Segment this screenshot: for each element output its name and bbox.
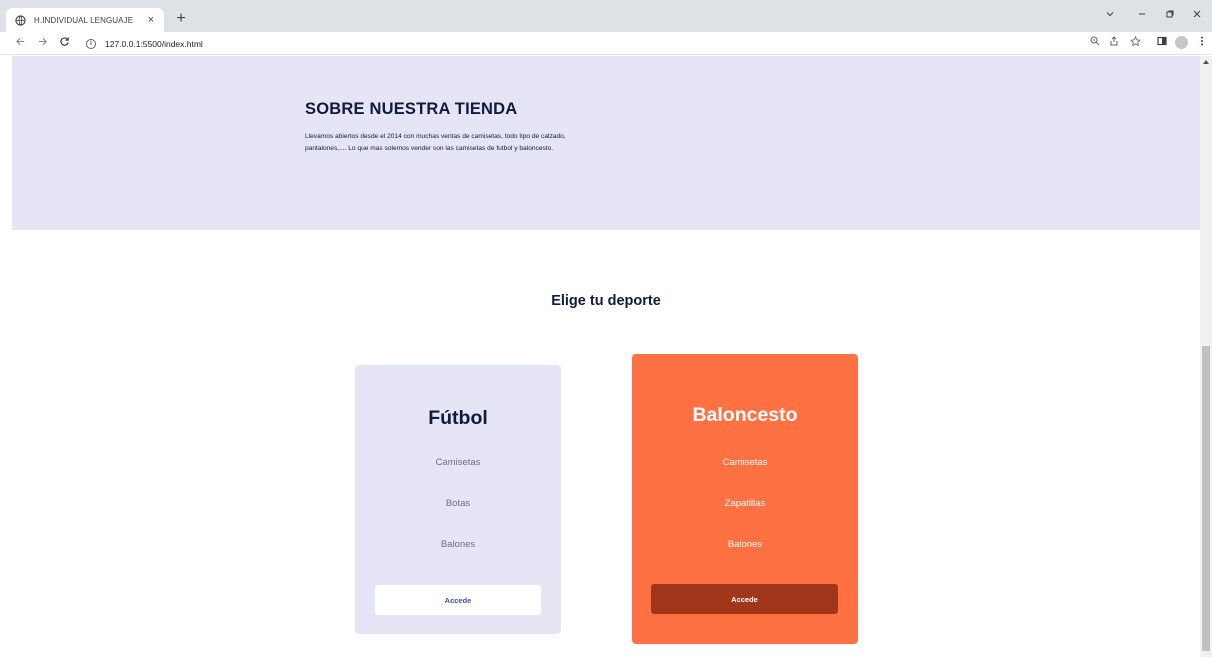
- browser-tab[interactable]: H.INDIVIDUAL LENGUAJE ×: [6, 8, 164, 32]
- vertical-scrollbar[interactable]: [1200, 56, 1212, 657]
- futbol-card-title: Fútbol: [428, 407, 488, 429]
- browser-tabstrip: H.INDIVIDUAL LENGUAJE × +: [0, 0, 1212, 32]
- reload-icon[interactable]: [56, 35, 72, 51]
- restore-icon[interactable]: [1161, 8, 1179, 22]
- site-info-icon[interactable]: i: [86, 38, 96, 49]
- zoom-icon[interactable]: [1088, 36, 1102, 51]
- baloncesto-item-list: Camisetas Zapatillas Balones: [632, 456, 858, 579]
- baloncesto-list-item: Zapatillas: [724, 498, 766, 509]
- about-section: SOBRE NUESTRA TIENDA Llevamos abiertos d…: [12, 56, 1200, 230]
- about-text: Llevamos abiertos desde el 2014 con much…: [305, 133, 566, 152]
- minimize-icon[interactable]: [1133, 8, 1151, 22]
- about-heading: SOBRE NUESTRA TIENDA: [305, 100, 518, 118]
- forward-arrow-icon[interactable]: [34, 35, 50, 51]
- page-viewport: SOBRE NUESTRA TIENDA Llevamos abiertos d…: [0, 56, 1212, 657]
- browser-toolbar: i 127.0.0.1:5500/index.html: [0, 32, 1212, 55]
- sports-section-title: Elige tu deporte: [551, 293, 661, 309]
- globe-icon: [14, 14, 26, 26]
- tab-title: H.INDIVIDUAL LENGUAJE: [34, 15, 134, 25]
- futbol-card: Fútbol Camisetas Botas Balones Accede: [355, 365, 561, 634]
- share-icon[interactable]: [1107, 36, 1121, 51]
- futbol-item-list: Camisetas Botas Balones: [355, 456, 561, 579]
- menu-kebab-icon[interactable]: [1195, 36, 1209, 51]
- baloncesto-card: Baloncesto Camisetas Zapatillas Balones …: [632, 354, 858, 644]
- baloncesto-list-item: Camisetas: [722, 457, 768, 468]
- side-panel-icon[interactable]: [1155, 36, 1169, 51]
- tab-close-icon[interactable]: ×: [144, 14, 158, 26]
- new-tab-button[interactable]: +: [172, 10, 190, 28]
- address-bar[interactable]: i 127.0.0.1:5500/index.html: [78, 34, 1098, 53]
- scroll-up-arrow-icon[interactable]: [1203, 60, 1209, 64]
- close-window-icon[interactable]: [1188, 8, 1206, 22]
- tab-search-chevron-icon[interactable]: [1101, 8, 1119, 22]
- baloncesto-list-item: Balones: [727, 539, 763, 550]
- futbol-accede-button[interactable]: Accede: [375, 585, 541, 615]
- baloncesto-card-title: Baloncesto: [692, 404, 798, 426]
- url-text[interactable]: 127.0.0.1:5500/index.html: [105, 39, 203, 49]
- back-arrow-icon[interactable]: [12, 35, 28, 51]
- futbol-list-item: Camisetas: [435, 457, 481, 468]
- scrollbar-thumb[interactable]: [1202, 346, 1210, 651]
- profile-icon[interactable]: [1175, 36, 1188, 49]
- futbol-list-item: Botas: [445, 498, 471, 509]
- star-icon[interactable]: [1128, 35, 1142, 52]
- futbol-list-item: Balones: [440, 539, 476, 550]
- baloncesto-accede-button[interactable]: Accede: [651, 584, 838, 614]
